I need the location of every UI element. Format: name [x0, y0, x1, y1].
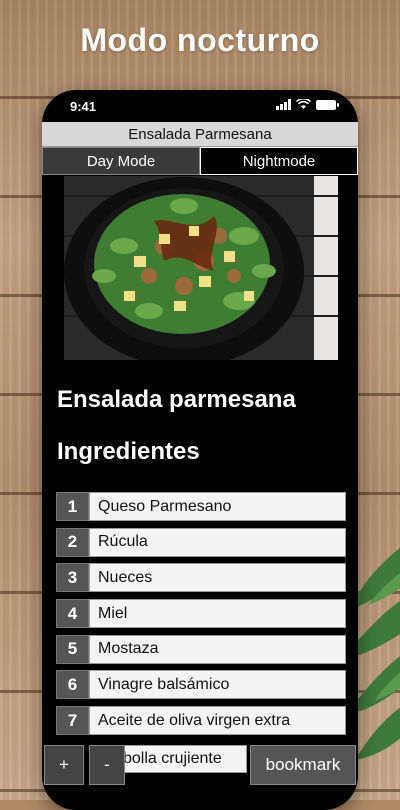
list-item[interactable]: 3 Nueces	[56, 563, 346, 593]
status-bar: 9:41	[42, 90, 358, 120]
item-label: Miel	[89, 599, 346, 629]
recipe-title: Ensalada parmesana	[57, 386, 296, 413]
item-label: Nueces	[89, 563, 346, 593]
item-label: Queso Parmesano	[89, 492, 346, 521]
list-item[interactable]: 6 Vinagre balsámico	[56, 670, 346, 700]
item-label: Aceite de oliva virgen extra	[89, 706, 346, 736]
battery-icon	[316, 99, 339, 110]
phone-frame: 9:41 Ensalada Parmesana Day Mode Nightmo…	[42, 90, 358, 810]
ingredients-heading: Ingredientes	[57, 438, 200, 465]
headline: Modo nocturno	[80, 22, 320, 58]
salad-photo	[64, 176, 338, 360]
list-item[interactable]: 4 Miel	[56, 599, 346, 629]
item-label: Rúcula	[89, 527, 346, 557]
item-number: 6	[56, 670, 89, 700]
item-number: 7	[56, 706, 89, 736]
mode-tabs: Day Mode Nightmode	[42, 147, 358, 175]
status-icons	[276, 99, 339, 110]
item-number: 1	[56, 492, 89, 521]
item-number: 5	[56, 634, 89, 664]
signal-icon	[276, 99, 291, 110]
partial-list-item[interactable]: bolla crujiente	[112, 745, 247, 773]
item-number: 3	[56, 563, 89, 593]
tab-nightmode[interactable]: Nightmode	[200, 147, 358, 175]
list-item[interactable]: 2 Rúcula	[56, 527, 346, 557]
window-title: Ensalada Parmesana	[42, 122, 358, 147]
item-number: 2	[56, 527, 89, 557]
item-label: Vinagre balsámico	[89, 670, 346, 700]
item-label: Mostaza	[89, 634, 346, 664]
list-item[interactable]: 5 Mostaza	[56, 634, 346, 664]
zoom-out-button[interactable]: -	[89, 745, 125, 785]
bookmark-button[interactable]: bookmark	[250, 745, 356, 785]
item-number: 4	[56, 599, 89, 629]
zoom-in-button[interactable]: +	[44, 745, 84, 785]
ingredient-list: 1 Queso Parmesano 2 Rúcula 3 Nueces 4 Mi…	[56, 492, 346, 742]
tab-day-mode[interactable]: Day Mode	[42, 147, 200, 175]
list-item[interactable]: 7 Aceite de oliva virgen extra	[56, 706, 346, 736]
status-time: 9:41	[70, 99, 97, 114]
list-item[interactable]: 1 Queso Parmesano	[56, 492, 346, 521]
wifi-icon	[296, 99, 311, 109]
